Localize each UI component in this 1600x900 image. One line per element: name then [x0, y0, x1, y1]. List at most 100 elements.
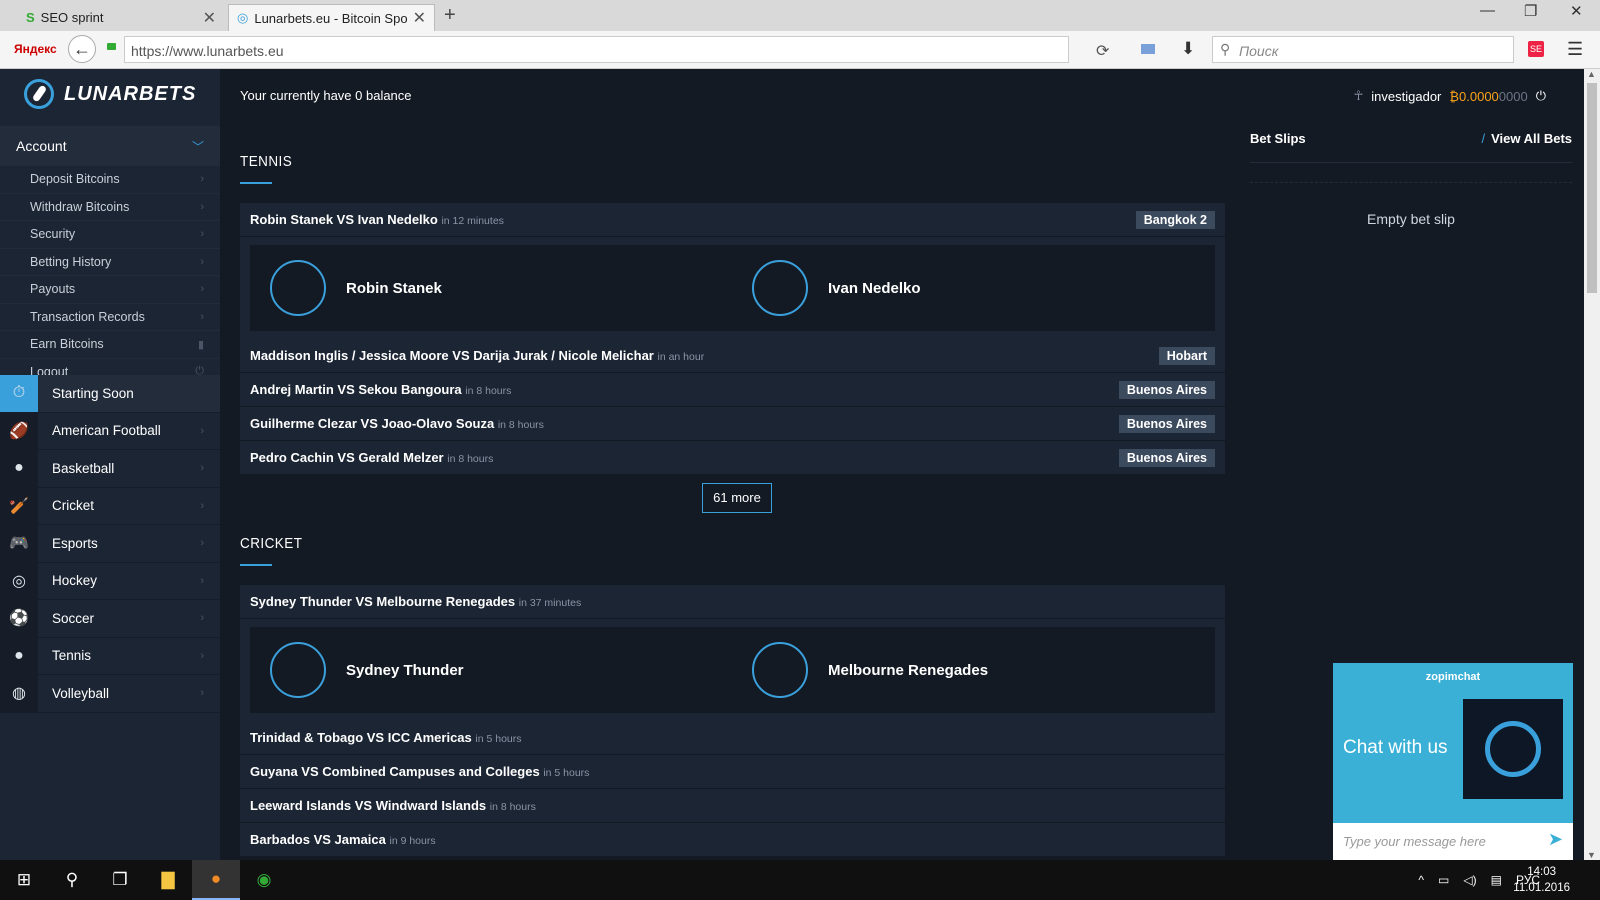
close-window-icon[interactable]: ✕ [1570, 2, 1583, 20]
tennis-events: Robin Stanek VS Ivan Nedelko in 12 minut… [240, 203, 1225, 475]
tournament-badge: Buenos Aires [1118, 448, 1215, 467]
windows-start-icon[interactable]: ⊞ [0, 860, 48, 900]
seo-extension-icon[interactable]: SE [1528, 41, 1544, 57]
scroll-down-icon[interactable]: ▼ [1587, 850, 1596, 860]
tab-seo-sprint[interactable]: S SEO sprint ✕ [18, 4, 224, 31]
sidebar-item-hockey[interactable]: ◎ Hockey › [0, 562, 220, 600]
reload-icon[interactable]: ⟳ [1096, 41, 1109, 61]
volume-icon[interactable]: ◁) [1463, 873, 1476, 887]
tab-lunarbets[interactable]: ◎ Lunarbets.eu - Bitcoin Spo... ✕ [228, 4, 435, 31]
view-all-bets-link[interactable]: View All Bets [1491, 131, 1572, 146]
search-icon[interactable]: ⚲ [48, 860, 96, 900]
event-row[interactable]: Trinidad & Tobago VS ICC Americas in 5 h… [240, 721, 1225, 755]
account-item-label: Deposit Bitcoins [30, 172, 120, 187]
chat-title: Chat with us [1343, 737, 1448, 758]
account-dropdown[interactable]: Account ﹀ [0, 126, 220, 166]
stopwatch-icon: ⏱ [0, 374, 38, 412]
mail-icon[interactable] [1141, 44, 1155, 54]
chevron-up-icon[interactable]: ^ [1418, 873, 1424, 887]
event-time: in 8 hours [489, 801, 536, 813]
close-tab-icon[interactable]: ✕ [413, 8, 426, 28]
user-icon: ☥ [1353, 88, 1364, 103]
team-name: Melbourne Renegades [828, 661, 989, 679]
maximize-icon[interactable]: ❐ [1524, 2, 1537, 20]
notification-icon[interactable]: ▤ [1491, 873, 1502, 887]
close-tab-icon[interactable]: ✕ [203, 8, 216, 28]
task-view-icon[interactable]: ❐ [96, 860, 144, 900]
team-name: Sydney Thunder [346, 661, 464, 679]
sidebar-item-starting-soon[interactable]: ⏱ Starting Soon [0, 374, 220, 413]
new-tab-icon[interactable]: + [444, 4, 456, 27]
account-item-betting-history[interactable]: Betting History › [0, 249, 220, 276]
account-item-transactions[interactable]: Transaction Records › [0, 304, 220, 331]
event-name: Leeward Islands VS Windward Islands [250, 798, 487, 813]
chevron-right-icon: › [200, 255, 204, 268]
page-scrollbar[interactable]: ▲ ▼ [1584, 69, 1600, 860]
sidebar-item-label: Hockey [52, 573, 98, 589]
username[interactable]: investigador [1371, 89, 1441, 104]
team-option[interactable]: Robin Stanek [250, 260, 732, 316]
more-events-button[interactable]: 61 more [702, 483, 772, 513]
chat-widget[interactable]: zopimchat Chat with us Type your message… [1333, 663, 1573, 860]
event-row[interactable]: Sydney Thunder VS Melbourne Renegades in… [240, 585, 1225, 619]
bitcoin-icon: ▮ [197, 338, 204, 351]
sidebar-item-label: Soccer [52, 610, 95, 626]
event-row[interactable]: Barbados VS Jamaica in 9 hours [240, 823, 1225, 857]
chevron-right-icon: › [200, 612, 204, 625]
event-row[interactable]: Guilherme Clezar VS Joao-Olavo Souza in … [240, 407, 1225, 441]
back-button[interactable]: ← [68, 35, 96, 63]
yandex-logo[interactable]: Яндекс [14, 42, 57, 56]
event-row[interactable]: Leeward Islands VS Windward Islands in 8… [240, 789, 1225, 823]
tennis-section: TENNIS [240, 153, 1225, 184]
download-icon[interactable]: ⬇ [1181, 39, 1195, 59]
send-icon[interactable]: ➤ [1548, 829, 1563, 850]
account-item-label: Betting History [30, 254, 112, 269]
event-row[interactable]: Andrej Martin VS Sekou Bangoura in 8 hou… [240, 373, 1225, 407]
menu-icon[interactable]: ☰ [1567, 39, 1583, 60]
event-row[interactable]: Pedro Cachin VS Gerald Melzer in 8 hours… [240, 441, 1225, 475]
search-input[interactable]: ⚲ Поиск [1212, 36, 1514, 63]
sidebar-item-volleyball[interactable]: ◍ Volleyball › [0, 674, 220, 713]
sidebar-item-american-football[interactable]: 🏈 American Football › [0, 412, 220, 450]
event-row[interactable]: Robin Stanek VS Ivan Nedelko in 12 minut… [240, 203, 1225, 237]
event-row[interactable]: Guyana VS Combined Campuses and Colleges… [240, 755, 1225, 789]
sidebar: LUNARBETS Account ﹀ Deposit Bitcoins › Wi… [0, 69, 220, 860]
chat-message-input[interactable]: Type your message here ➤ [1333, 823, 1573, 860]
account-item-label: Transaction Records [30, 309, 145, 324]
sidebar-item-basketball[interactable]: ● Basketball › [0, 449, 220, 488]
event-time: in 8 hours [447, 453, 494, 465]
chevron-right-icon: › [200, 424, 204, 437]
scrollbar-thumb[interactable] [1587, 83, 1597, 293]
bitcoin-symbol: ₿ [1449, 88, 1460, 104]
scroll-up-icon[interactable]: ▲ [1587, 69, 1596, 79]
team-option[interactable]: Ivan Nedelko [732, 260, 1214, 316]
team-option[interactable]: Melbourne Renegades [732, 642, 1214, 698]
account-item-earn[interactable]: Earn Bitcoins ▮ [0, 331, 220, 359]
event-name: Trinidad & Tobago VS ICC Americas [250, 730, 472, 745]
network-icon[interactable]: ▭ [1438, 873, 1449, 887]
power-icon[interactable]: ⏻ [1536, 88, 1546, 104]
event-name: Guilherme Clezar VS Joao-Olavo Souza [250, 416, 495, 431]
app-icon[interactable]: ◉ [240, 860, 288, 900]
clock[interactable]: 14:03 11.01.2016 [1513, 864, 1570, 896]
team-option[interactable]: Sydney Thunder [250, 642, 732, 698]
account-item-withdraw[interactable]: Withdraw Bitcoins › [0, 194, 220, 221]
site-logo[interactable]: LUNARBETS [24, 79, 196, 109]
sidebar-item-esports[interactable]: 🎮 Esports › [0, 524, 220, 563]
minimize-icon[interactable]: — [1480, 2, 1495, 19]
firefox-icon[interactable]: ● [192, 860, 240, 900]
file-explorer-icon[interactable]: ▇ [144, 860, 192, 900]
search-icon: ⚲ [1220, 41, 1231, 57]
address-bar[interactable]: https://www.lunarbets.eu [124, 36, 1069, 63]
sidebar-item-cricket[interactable]: 🏏 Cricket › [0, 487, 220, 525]
event-time: in 5 hours [543, 767, 590, 779]
balance-amount-tail: 0000 [1498, 88, 1528, 104]
event-time: in 9 hours [389, 835, 436, 847]
tournament-badge: Hobart [1158, 346, 1215, 365]
account-item-deposit[interactable]: Deposit Bitcoins › [0, 166, 220, 194]
account-item-payouts[interactable]: Payouts › [0, 276, 220, 304]
event-row[interactable]: Maddison Inglis / Jessica Moore VS Darij… [240, 339, 1225, 373]
sidebar-item-soccer[interactable]: ⚽ Soccer › [0, 599, 220, 638]
sidebar-item-tennis[interactable]: ● Tennis › [0, 637, 220, 675]
account-item-security[interactable]: Security › [0, 221, 220, 249]
